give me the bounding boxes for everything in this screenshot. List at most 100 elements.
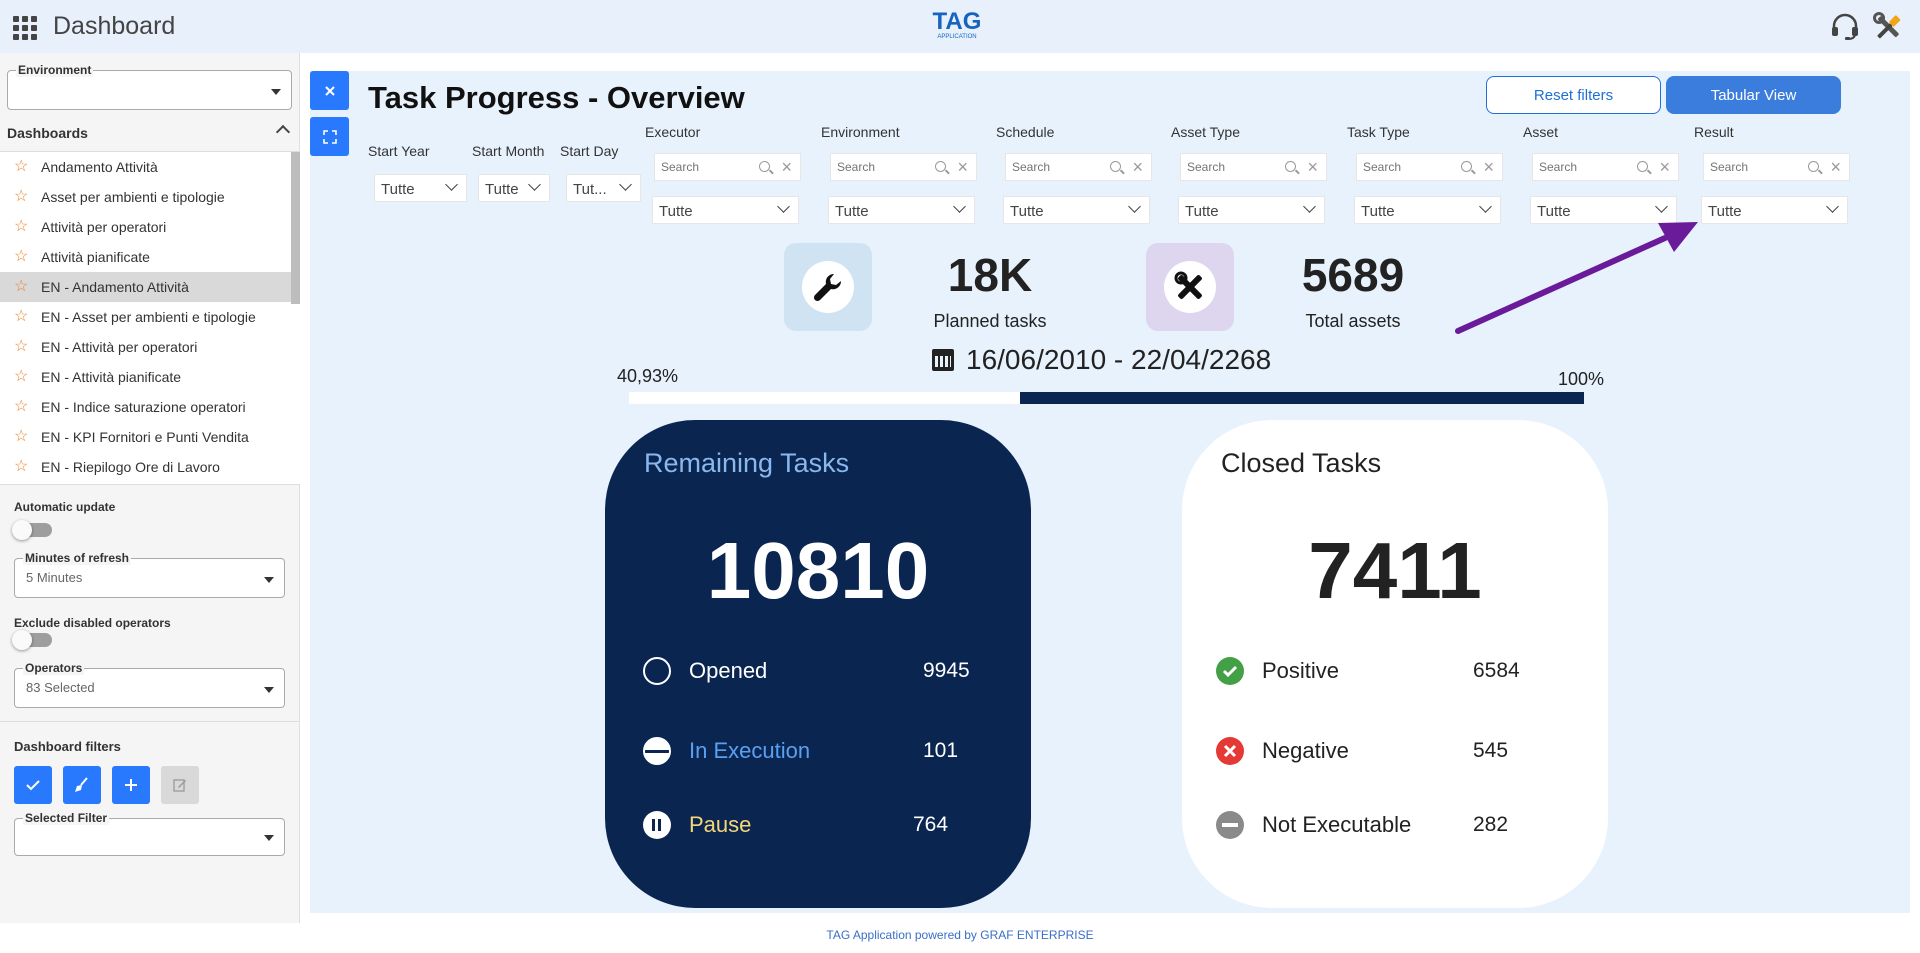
- star-icon[interactable]: ☆: [14, 159, 30, 175]
- close-icon: [324, 85, 335, 96]
- star-icon[interactable]: ☆: [14, 249, 30, 265]
- filter-select[interactable]: Tutte: [1178, 196, 1325, 224]
- negative-row: Negative 545: [1216, 736, 1576, 766]
- filter-select[interactable]: Tutte: [652, 196, 799, 224]
- star-icon[interactable]: ☆: [14, 459, 30, 475]
- filter-search-input[interactable]: [1539, 160, 1629, 174]
- sidebar-dashboard-item[interactable]: ☆ EN - Attività pianificate: [0, 362, 300, 392]
- filter-select[interactable]: Tutte: [1530, 196, 1677, 224]
- date-filter-select[interactable]: Tutte: [374, 174, 467, 202]
- tools-settings-icon[interactable]: [1872, 11, 1904, 43]
- clear-icon[interactable]: ×: [1307, 158, 1318, 176]
- tag-logo[interactable]: TAG APPLICATION: [932, 10, 982, 41]
- star-icon[interactable]: ☆: [14, 309, 30, 325]
- sidebar-dashboard-item[interactable]: ☆ EN - Asset per ambienti e tipologie: [0, 302, 300, 332]
- filter-select[interactable]: Tutte: [1354, 196, 1501, 224]
- star-icon[interactable]: ☆: [14, 189, 30, 205]
- edit-filter-button[interactable]: [161, 766, 199, 804]
- in-execution-label: In Execution: [689, 738, 811, 763]
- not-executable-value: 282: [1473, 813, 1509, 836]
- sidebar-dashboard-item[interactable]: ☆ Asset per ambienti e tipologie: [0, 182, 300, 212]
- tools-icon: [1174, 271, 1202, 299]
- environment-select[interactable]: Environment: [7, 63, 292, 110]
- clear-icon[interactable]: ×: [1659, 158, 1670, 176]
- sidebar: Environment Dashboards ☆ Andamento Attivi…: [0, 53, 300, 923]
- progress-bar-fill: [1019, 392, 1584, 404]
- filter-select[interactable]: Tutte: [1701, 196, 1848, 224]
- clear-filter-button[interactable]: [63, 766, 101, 804]
- minutes-of-refresh-select[interactable]: Minutes of refresh 5 Minutes: [14, 551, 285, 598]
- filter-search-input[interactable]: [1710, 160, 1800, 174]
- filter-search-input[interactable]: [1363, 160, 1453, 174]
- chevron-down-icon: [1479, 200, 1492, 213]
- dashboards-scrollbar[interactable]: [291, 152, 300, 304]
- not-executable-label: Not Executable: [1262, 812, 1412, 837]
- star-icon[interactable]: ☆: [14, 399, 30, 415]
- dashboard-item-label: Attività pianificate: [41, 249, 150, 265]
- sidebar-dashboard-item[interactable]: ☆ EN - Attività per operatori: [0, 332, 300, 362]
- filter-label: Asset Type: [1171, 124, 1241, 140]
- date-filter-select[interactable]: Tut...: [566, 174, 641, 202]
- sidebar-dashboard-item[interactable]: ☆ Andamento Attività: [0, 152, 300, 182]
- sidebar-dashboard-item[interactable]: ☆ EN - Indice saturazione operatori: [0, 392, 300, 422]
- clear-icon[interactable]: ×: [1483, 158, 1494, 176]
- filter-select-value: Tutte: [1361, 203, 1395, 220]
- exclude-disabled-toggle[interactable]: [12, 630, 52, 650]
- pause-label: Pause: [689, 812, 752, 837]
- remaining-tasks-title: Remaining Tasks: [644, 448, 850, 478]
- star-icon[interactable]: ☆: [14, 339, 30, 355]
- operators-select[interactable]: Operators 83 Selected: [14, 661, 285, 708]
- negative-value: 545: [1473, 739, 1509, 762]
- dashboards-section-header[interactable]: Dashboards: [0, 113, 300, 151]
- dashboard-item-label: EN - KPI Fornitori e Punti Vendita: [41, 429, 249, 445]
- sidebar-dashboard-item[interactable]: ☆ EN - Andamento Attività: [0, 272, 300, 302]
- filter-select[interactable]: Tutte: [828, 196, 975, 224]
- sidebar-dashboard-item[interactable]: ☆ EN - KPI Fornitori e Punti Vendita: [0, 422, 300, 452]
- apps-grid-icon[interactable]: [13, 16, 37, 40]
- chevron-up-icon[interactable]: [275, 124, 291, 140]
- clear-icon[interactable]: ×: [781, 158, 792, 176]
- filter-search-box: ×: [1532, 153, 1679, 181]
- sidebar-dashboard-item[interactable]: ☆ Attività per operatori: [0, 212, 300, 242]
- automatic-update-toggle[interactable]: [12, 520, 52, 540]
- filter-search-box: ×: [1703, 153, 1850, 181]
- close-panel-button[interactable]: [310, 71, 349, 110]
- selected-filter-select[interactable]: Selected Filter: [14, 811, 285, 856]
- dashboard-item-label: EN - Riepilogo Ore di Lavoro: [41, 459, 220, 475]
- tabular-view-button[interactable]: Tabular View: [1666, 76, 1841, 114]
- half-circle-icon: [643, 737, 671, 765]
- minutes-of-refresh-label: Minutes of refresh: [23, 551, 132, 565]
- plus-icon: [125, 779, 137, 791]
- star-icon[interactable]: ☆: [14, 429, 30, 445]
- star-icon[interactable]: ☆: [14, 219, 30, 235]
- filter-select-value: Tutte: [1010, 203, 1044, 220]
- filter-select[interactable]: Tutte: [1003, 196, 1150, 224]
- filter-search-input[interactable]: [661, 160, 751, 174]
- filter-search-input[interactable]: [837, 160, 927, 174]
- star-icon[interactable]: ☆: [14, 369, 30, 385]
- in-execution-row: In Execution 101: [643, 736, 1003, 766]
- date-filter-value: Tutte: [381, 181, 415, 198]
- star-icon[interactable]: ☆: [14, 279, 30, 295]
- apply-filter-button[interactable]: [14, 766, 52, 804]
- filter-search-box: ×: [1005, 153, 1152, 181]
- sidebar-dashboard-item[interactable]: ☆ EN - Riepilogo Ore di Lavoro: [0, 452, 300, 482]
- opened-value: 9945: [923, 659, 970, 682]
- closed-tasks-total: 7411: [1308, 526, 1482, 615]
- date-filter-select[interactable]: Tutte: [478, 174, 550, 202]
- pause-row: Pause 764: [643, 810, 1003, 840]
- reset-filters-button[interactable]: Reset filters: [1486, 76, 1661, 114]
- date-filter-value: Tutte: [485, 181, 519, 198]
- clear-icon[interactable]: ×: [1132, 158, 1143, 176]
- filter-search-input[interactable]: [1187, 160, 1277, 174]
- clear-icon[interactable]: ×: [957, 158, 968, 176]
- clear-icon[interactable]: ×: [1830, 158, 1841, 176]
- sidebar-dashboard-item[interactable]: ☆ Attività pianificate: [0, 242, 300, 272]
- filter-search-input[interactable]: [1012, 160, 1102, 174]
- planned-tasks-tile: [784, 243, 872, 331]
- headset-support-icon[interactable]: [1830, 13, 1860, 41]
- fullscreen-button[interactable]: [310, 117, 349, 156]
- filter-select-value: Tutte: [1537, 203, 1571, 220]
- dashboard-item-label: Attività per operatori: [41, 219, 167, 235]
- add-filter-button[interactable]: [112, 766, 150, 804]
